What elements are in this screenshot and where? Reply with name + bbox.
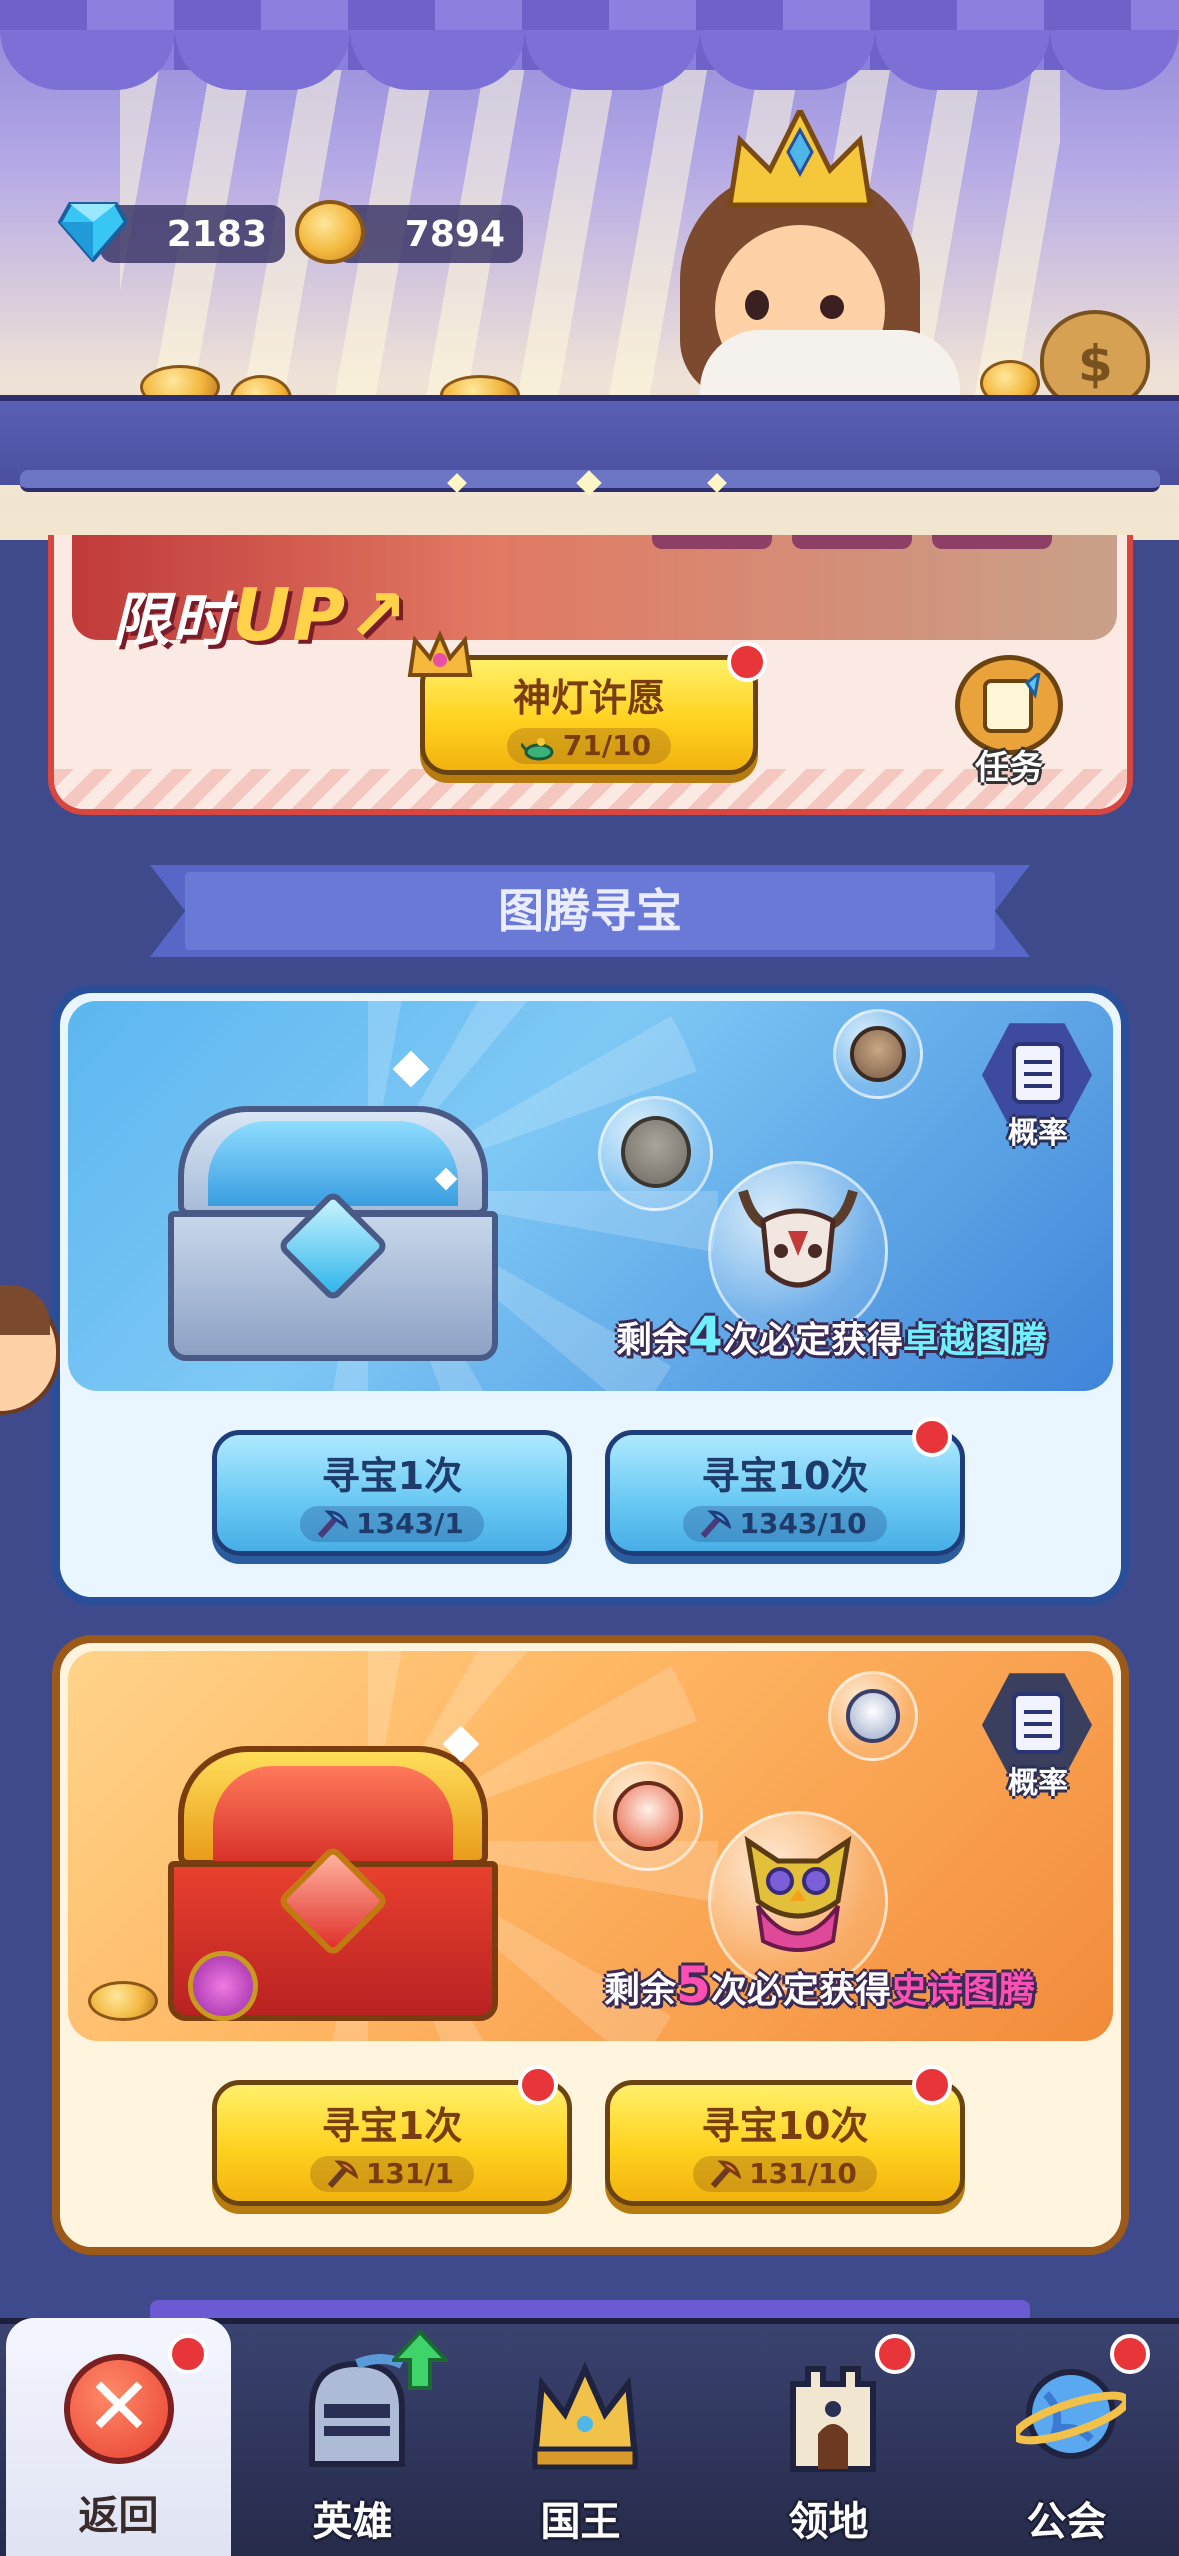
- pull-once-cost: 131/1: [309, 2155, 475, 2192]
- coin-pile: [88, 1981, 158, 2021]
- gold-probability-button[interactable]: 概率: [982, 1670, 1094, 1810]
- pull-once-cost-value: 1343/1: [356, 1507, 464, 1540]
- guarantee-count: 4: [688, 1306, 723, 1364]
- lamp-wish-cost: 71/10: [506, 727, 672, 764]
- owl-totem-icon: [621, 1116, 691, 1188]
- crown-badge-icon: [407, 630, 473, 677]
- pull-once-label: 寻宝1次: [321, 2103, 463, 2148]
- notification-dot: [168, 2334, 208, 2374]
- banner-tab: [652, 535, 772, 549]
- gold-chest-ruby-top: [213, 1766, 453, 1861]
- task-button[interactable]: 任务: [955, 655, 1067, 788]
- notification-dot: [518, 2065, 558, 2105]
- blue-treasure-banner: 剩余4次必定获得卓越图腾: [68, 1001, 1113, 1391]
- nav-guild-label: 公会: [1026, 2499, 1107, 2545]
- pull-once-label: 寻宝1次: [321, 1453, 463, 1498]
- blue-pull-once-button[interactable]: 寻宝1次 1343/1: [212, 1430, 572, 1556]
- up-arrow-icon: ↗: [347, 573, 410, 657]
- guarantee-mid: 次必定获得: [710, 1970, 891, 2011]
- guarantee-mid: 次必定获得: [722, 1320, 903, 1361]
- pull-ten-cost-value: 1343/10: [739, 1507, 867, 1540]
- notification-dot: [912, 1417, 952, 1457]
- castle-icon: [790, 2366, 876, 2472]
- pull-ten-label: 寻宝10次: [701, 1453, 869, 1498]
- gem-count: 2183: [166, 213, 267, 255]
- gold-pull-once-button[interactable]: 寻宝1次 131/1: [212, 2080, 572, 2206]
- king-eye: [820, 295, 844, 319]
- probability-label: 概率: [1008, 1766, 1068, 1801]
- doc-line: [1024, 1060, 1052, 1064]
- close-glyph: ✕: [85, 2360, 153, 2453]
- blue-probability-button[interactable]: 概率: [982, 1020, 1094, 1160]
- notification-dot: [912, 2065, 952, 2105]
- banner-tab: [792, 535, 912, 549]
- doc-line: [1024, 1722, 1052, 1726]
- nav-king-label: 国王: [540, 2499, 621, 2545]
- upgrade-arrow-icon: [392, 2330, 448, 2390]
- gold-pull-ten-button[interactable]: 寻宝10次 131/10: [605, 2080, 965, 2206]
- bull-skull-totem-icon: [738, 1189, 858, 1288]
- nav-hero-label: 英雄: [312, 2499, 393, 2545]
- probability-label: 概率: [1008, 1116, 1068, 1151]
- guarantee-prefix: 剩余: [604, 1970, 677, 2011]
- pull-ten-cost: 131/10: [693, 2155, 877, 2192]
- guarantee-reward: 史诗图腾: [890, 1970, 1035, 2011]
- gold-pickaxe-icon: [327, 2159, 358, 2188]
- limited-up-text: 限时UP↗: [112, 573, 410, 657]
- notification-dot: [875, 2334, 915, 2374]
- gold-pickaxe-icon: [710, 2159, 742, 2188]
- limited-text: 限时: [112, 586, 233, 654]
- limited-up-banner: 限时UP↗: [72, 535, 1117, 657]
- lamp-wish-cost-value: 71/10: [562, 729, 652, 762]
- nav-territory-label: 领地: [788, 2499, 869, 2545]
- pull-once-cost: 1343/1: [300, 1505, 484, 1542]
- coin-count: 7894: [404, 213, 505, 255]
- side-character-hair: [0, 1285, 50, 1335]
- pull-once-cost-value: 131/1: [365, 2157, 455, 2190]
- doc-line: [1024, 1084, 1052, 1088]
- notification-dot: [727, 642, 767, 682]
- king-crown-icon: [727, 110, 873, 208]
- nav-back-label: 返回: [78, 2493, 159, 2539]
- task-label: 任务: [975, 748, 1043, 788]
- blue-pull-ten-button[interactable]: 寻宝10次 1343/10: [605, 1430, 965, 1556]
- pull-ten-cost-value: 131/10: [749, 2157, 857, 2190]
- guarantee-prefix: 剩余: [616, 1320, 689, 1361]
- coin-icon: [295, 200, 365, 264]
- bear-totem-icon: [850, 1026, 906, 1082]
- top-header: $ 2183 7894: [0, 0, 1179, 540]
- crown-icon: [531, 2361, 639, 2470]
- purple-orb: [188, 1951, 258, 2021]
- doc-line: [1024, 1072, 1052, 1076]
- gold-treasure-banner: 剩余5次必定获得史诗图腾: [68, 1651, 1113, 2041]
- fox-mask-totem-icon: [613, 1781, 683, 1851]
- doc-line: [1024, 1710, 1052, 1714]
- bottom-nav: ✕ 返回 英雄 国王 领地 公会: [0, 2318, 1179, 2556]
- section-title: 图腾寻宝: [498, 884, 682, 938]
- guarantee-text: 剩余4次必定获得卓越图腾: [616, 1306, 1047, 1364]
- owl-epic-totem-icon: [744, 1835, 852, 1952]
- guarantee-text: 剩余5次必定获得史诗图腾: [604, 1956, 1035, 2014]
- tiger-totem-icon: [846, 1689, 900, 1743]
- banner-tab: [932, 535, 1052, 549]
- nav-king[interactable]: 国王: [468, 2324, 693, 2556]
- pull-ten-label: 寻宝10次: [701, 2103, 869, 2148]
- guarantee-count: 5: [676, 1956, 711, 2014]
- task-scroll-icon: [983, 673, 1041, 733]
- pull-ten-cost: 1343/10: [683, 1505, 887, 1542]
- curtain-scallop: [1050, 30, 1179, 90]
- king-eye: [745, 290, 769, 320]
- planet-icon: [1016, 2369, 1126, 2459]
- blue-pickaxe-icon: [317, 1509, 349, 1538]
- dollar-sign-icon: $: [1078, 335, 1113, 393]
- lamp-wish-label: 神灯许愿: [512, 675, 665, 720]
- gem-icon: [58, 202, 128, 262]
- blue-pickaxe-icon: [701, 1509, 732, 1538]
- notification-dot: [1110, 2334, 1150, 2374]
- guarantee-reward: 卓越图腾: [902, 1320, 1047, 1361]
- up-text: UP: [232, 573, 348, 657]
- doc-line: [1024, 1734, 1052, 1738]
- magic-lamp-icon: [520, 737, 554, 760]
